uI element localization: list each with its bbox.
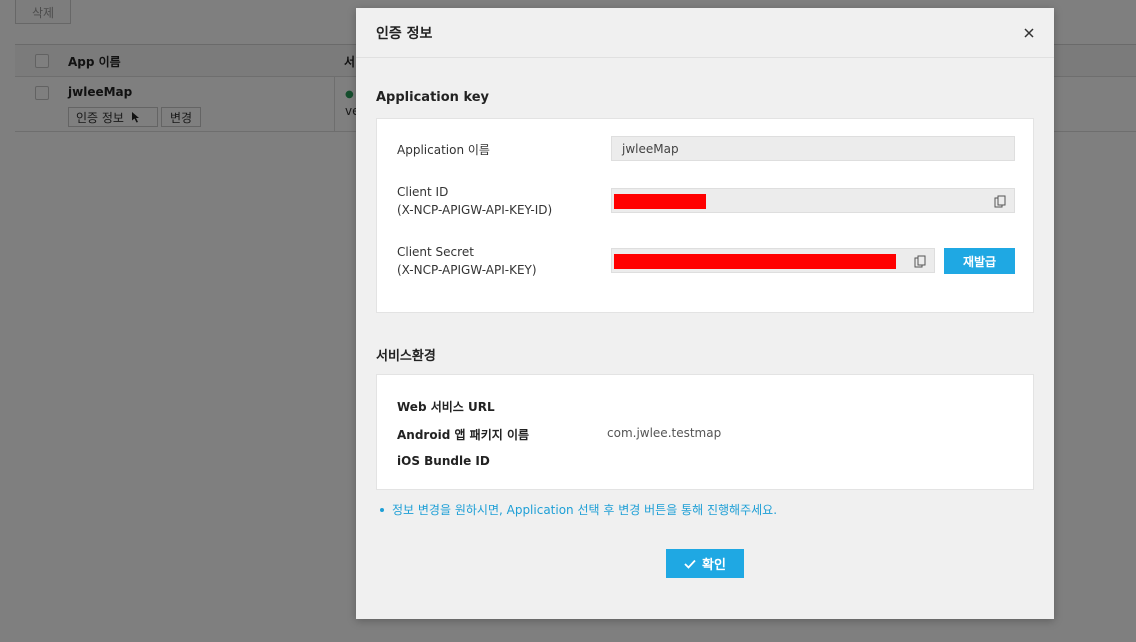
- app-name-value: jwleeMap: [622, 141, 679, 156]
- reissue-button[interactable]: 재발급: [944, 248, 1015, 274]
- copy-client-secret-icon[interactable]: [914, 255, 926, 268]
- service-box: Web 서비스 URL Android 앱 패키지 이름 com.jwlee.t…: [376, 374, 1034, 490]
- client-secret-header-label: (X-NCP-APIGW-API-KEY): [397, 263, 537, 277]
- ios-bundle-label: iOS Bundle ID: [397, 454, 490, 468]
- app-key-section-title: Application key: [376, 90, 490, 105]
- auth-info-modal: 인증 정보 Application key Application 이름 jwl…: [356, 8, 1054, 619]
- copy-client-id-icon[interactable]: [994, 195, 1006, 208]
- android-package-value: com.jwlee.testmap: [607, 426, 722, 440]
- client-id-header-label: (X-NCP-APIGW-API-KEY-ID): [397, 203, 553, 217]
- client-secret-redaction: [614, 254, 896, 269]
- client-secret-label: Client Secret: [397, 245, 474, 259]
- checkmark-icon: [684, 559, 696, 569]
- modal-header: 인증 정보: [356, 8, 1054, 58]
- client-id-label: Client ID: [397, 185, 449, 199]
- confirm-label: 확인: [702, 558, 726, 573]
- app-name-field[interactable]: jwleeMap: [611, 136, 1015, 161]
- service-section-title: 서비스환경: [376, 349, 436, 364]
- app-name-label: Application 이름: [397, 143, 490, 157]
- app-key-box: Application 이름 jwleeMap Client ID (X-NCP…: [376, 118, 1034, 313]
- info-note-text: 정보 변경을 원하시면, Application 선택 후 변경 버튼을 통해 …: [392, 503, 778, 517]
- client-id-redaction: [614, 194, 706, 209]
- confirm-button[interactable]: 확인: [666, 549, 744, 578]
- client-secret-field[interactable]: [611, 248, 935, 273]
- android-package-label: Android 앱 패키지 이름: [397, 428, 530, 442]
- bullet-icon: [380, 507, 384, 512]
- client-id-field[interactable]: [611, 188, 1015, 213]
- web-url-label: Web 서비스 URL: [397, 400, 495, 414]
- modal-title: 인증 정보: [376, 26, 433, 42]
- close-icon[interactable]: [1022, 26, 1036, 40]
- info-note: 정보 변경을 원하시면, Application 선택 후 변경 버튼을 통해 …: [380, 501, 777, 518]
